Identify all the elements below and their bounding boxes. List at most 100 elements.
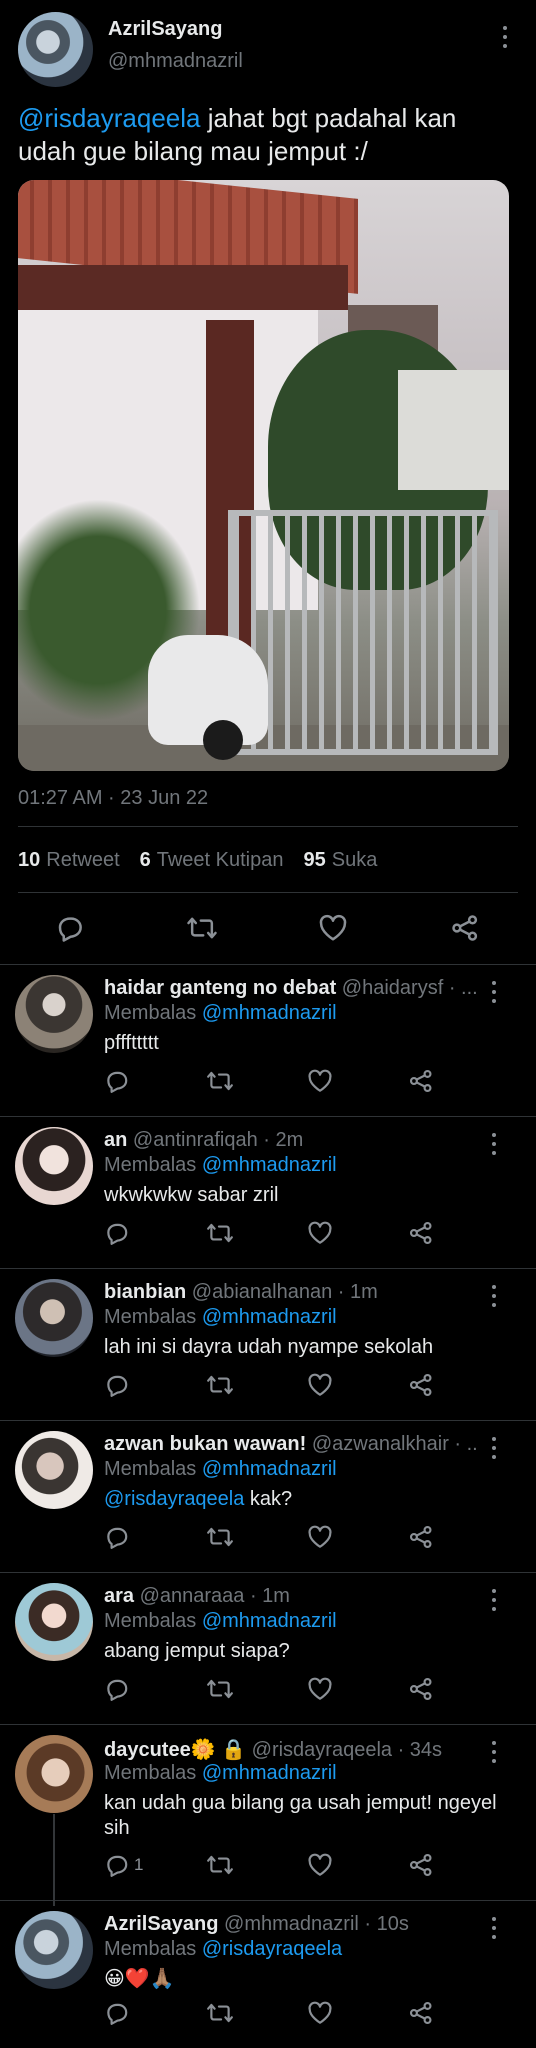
share-button[interactable] [450, 914, 480, 942]
reply-tweet[interactable]: bianbian @abianalhanan · 1m Membalas @mh… [0, 1268, 536, 1420]
like-button[interactable] [307, 1677, 333, 1701]
reply-body: wkwkwkw sabar zril [104, 1184, 279, 1206]
like-icon [308, 1853, 332, 1876]
more-icon[interactable] [491, 1133, 497, 1155]
retweet-button[interactable] [206, 1677, 234, 1701]
like-button[interactable] [307, 1221, 333, 1245]
reply-author-meta[interactable]: @azwanalkhair · ... [306, 1433, 479, 1455]
mention-link[interactable]: @risdayraqeela [104, 1488, 244, 1510]
reply-button[interactable] [104, 1373, 134, 1397]
retweet-button[interactable] [186, 914, 218, 942]
stat-quote-tweets[interactable]: 6 Tweet Kutipan [140, 849, 284, 872]
reply-tweet[interactable]: AzrilSayang @mhmadnazril · 10s Membalas … [0, 1900, 536, 2048]
reply-avatar[interactable] [15, 1431, 93, 1509]
more-icon[interactable] [491, 1741, 497, 1763]
reply-avatar[interactable] [15, 1735, 93, 1813]
mention-link[interactable]: @risdayraqeela [18, 103, 200, 133]
reply-avatar[interactable] [15, 975, 93, 1053]
replying-to-link[interactable]: @mhmadnazril [202, 1762, 337, 1784]
retweet-button[interactable] [206, 1525, 234, 1549]
reply-tweet[interactable]: daycutee🌼 🔒 @risdayraqeela · 34s Membala… [0, 1724, 536, 1900]
reply-tweet[interactable]: an @antinrafiqah · 2m Membalas @mhmadnaz… [0, 1116, 536, 1268]
reply-button[interactable] [104, 1677, 134, 1701]
more-icon[interactable] [491, 981, 497, 1003]
reply-author-name[interactable]: daycutee🌼 🔒 [104, 1739, 246, 1761]
reply-author-meta[interactable]: @abianalhanan · 1m [186, 1281, 378, 1303]
replying-to: Membalas @mhmadnazril [104, 1458, 337, 1481]
share-button[interactable] [408, 1525, 434, 1549]
reply-button[interactable] [55, 914, 85, 942]
reply-button[interactable] [104, 1525, 134, 1549]
share-button[interactable] [408, 2001, 434, 2025]
tweet-photo[interactable] [18, 180, 509, 771]
more-icon[interactable] [491, 1285, 497, 1307]
stat-likes[interactable]: 95 Suka [304, 849, 378, 872]
more-icon[interactable] [491, 1437, 497, 1459]
like-button[interactable] [307, 1853, 333, 1877]
share-button[interactable] [408, 1221, 434, 1245]
share-button[interactable] [408, 1373, 434, 1397]
reply-author-name[interactable]: AzrilSayang [104, 1913, 218, 1935]
more-icon[interactable] [491, 1589, 497, 1611]
reply-icon [107, 1855, 128, 1877]
reply-author-meta[interactable]: @annaraaa · 1m [134, 1585, 290, 1607]
reply-avatar[interactable] [15, 1279, 93, 1357]
share-button[interactable] [408, 1069, 434, 1093]
reply-author-name[interactable]: ara [104, 1585, 134, 1607]
like-icon [308, 2001, 332, 2024]
stat-retweets[interactable]: 10 Retweet [18, 849, 120, 872]
main-tweet-author-handle[interactable]: @mhmadnazril [108, 50, 243, 73]
reply-avatar[interactable] [15, 1127, 93, 1205]
replying-to-link[interactable]: @mhmadnazril [202, 1458, 337, 1480]
reply-author-meta[interactable]: @risdayraqeela · 34s [246, 1739, 442, 1761]
main-tweet-author-name[interactable]: AzrilSayang [108, 18, 222, 41]
replying-to-link[interactable]: @risdayraqeela [202, 1938, 342, 1960]
reply-author-name[interactable]: azwan bukan wawan! [104, 1433, 306, 1455]
retweet-button[interactable] [206, 1373, 234, 1397]
reply-button[interactable]: 1 [104, 1853, 143, 1877]
retweet-icon [207, 1223, 233, 1243]
retweet-button[interactable] [206, 2001, 234, 2025]
thread-connector [53, 1814, 55, 1906]
more-icon[interactable] [502, 26, 508, 48]
reply-author-meta[interactable]: @mhmadnazril · 10s [218, 1913, 409, 1935]
replying-to-link[interactable]: @mhmadnazril [202, 1154, 337, 1176]
share-button[interactable] [408, 1853, 434, 1877]
reply-avatar[interactable] [15, 1583, 93, 1661]
reply-text: lah ini si dayra udah nyampe sekolah [104, 1335, 514, 1360]
reply-button[interactable] [104, 1221, 134, 1245]
reply-body: abang jemput siapa? [104, 1640, 290, 1662]
replying-to-link[interactable]: @mhmadnazril [202, 1306, 337, 1328]
retweet-icon [207, 2003, 233, 2023]
share-button[interactable] [408, 1677, 434, 1701]
retweet-button[interactable] [206, 1221, 234, 1245]
reply-tweet[interactable]: ara @annaraaa · 1m Membalas @mhmadnazril… [0, 1572, 536, 1724]
reply-tweet[interactable]: azwan bukan wawan! @azwanalkhair · ... M… [0, 1420, 536, 1572]
like-button[interactable] [307, 2001, 333, 2025]
replying-to-link[interactable]: @mhmadnazril [202, 1610, 337, 1632]
reply-author-name[interactable]: bianbian [104, 1281, 186, 1303]
reply-author-meta[interactable]: @antinrafiqah · 2m [127, 1129, 303, 1151]
divider [18, 892, 518, 893]
reply-button[interactable] [104, 2001, 134, 2025]
reply-author-name[interactable]: an [104, 1129, 127, 1151]
reply-author-meta[interactable]: @haidarysf · ... [336, 977, 478, 999]
like-button[interactable] [318, 914, 348, 942]
reply-avatar[interactable] [15, 1911, 93, 1989]
like-button[interactable] [307, 1373, 333, 1397]
reply-author-name[interactable]: haidar ganteng no debat [104, 977, 336, 999]
replying-to-link[interactable]: @mhmadnazril [202, 1002, 337, 1024]
share-icon [409, 1525, 432, 1549]
main-tweet-avatar[interactable] [18, 12, 93, 87]
like-button[interactable] [307, 1069, 333, 1093]
share-icon [409, 2001, 432, 2025]
reply-tweet[interactable]: haidar ganteng no debat @haidarysf · ...… [0, 964, 536, 1116]
replying-to: Membalas @mhmadnazril [104, 1002, 337, 1025]
reply-button[interactable] [104, 1069, 134, 1093]
tweet-timestamp[interactable]: 01:27 AM · 23 Jun 22 [18, 787, 208, 810]
retweet-button[interactable] [206, 1853, 234, 1877]
like-button[interactable] [307, 1525, 333, 1549]
retweet-button[interactable] [206, 1069, 234, 1093]
more-icon[interactable] [491, 1917, 497, 1939]
divider [18, 826, 518, 827]
